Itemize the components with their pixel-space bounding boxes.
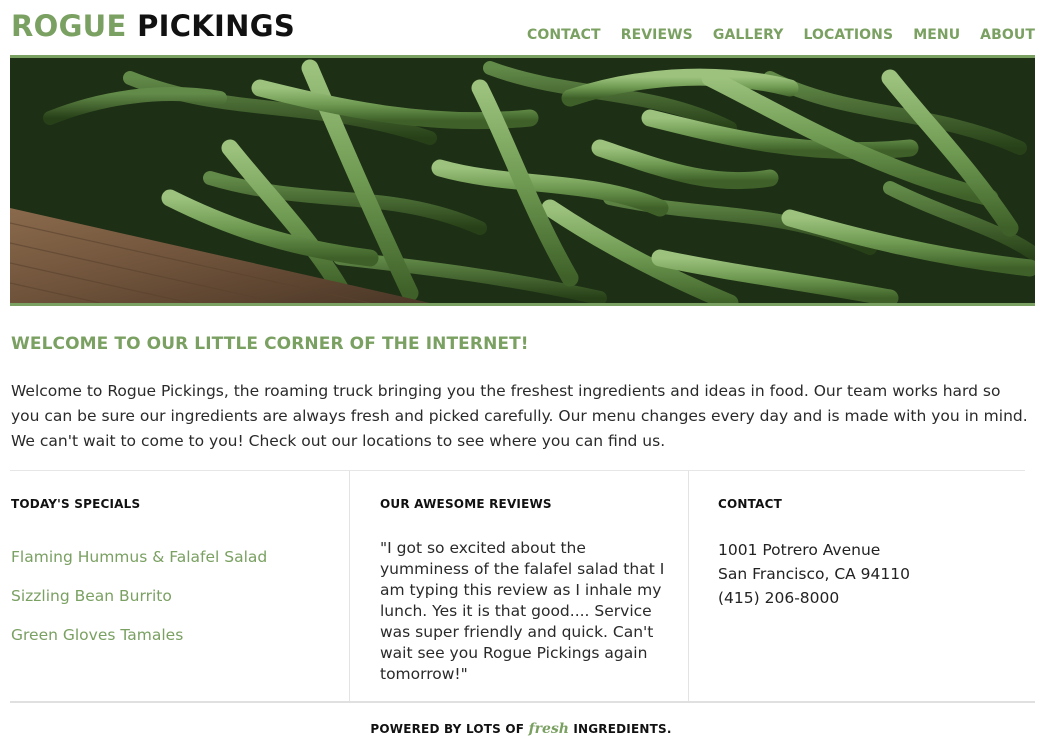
contact-details: 1001 Potrero Avenue San Francisco, CA 94… bbox=[718, 538, 910, 610]
footer-fresh-wordmark: fresh bbox=[528, 721, 569, 737]
nav-link-reviews[interactable]: REVIEWS bbox=[621, 27, 693, 43]
review-quote: "I got so excited about the yumminess of… bbox=[380, 539, 665, 683]
green-beans-illustration bbox=[10, 58, 1035, 303]
contact-phone[interactable]: (415) 206-8000 bbox=[718, 586, 910, 610]
reviews-section: OUR AWESOME REVIEWS "I got so excited ab… bbox=[349, 471, 688, 701]
main-nav: CONTACT REVIEWS GALLERY LOCATIONS MENU A… bbox=[527, 27, 1035, 43]
contact-city: San Francisco, CA 94110 bbox=[718, 565, 910, 583]
contact-section: CONTACT 1001 Potrero Avenue San Francisc… bbox=[688, 471, 1026, 701]
footer-divider bbox=[10, 701, 1035, 703]
logo-word-rogue: ROGUE bbox=[11, 9, 127, 43]
special-item[interactable]: Green Gloves Tamales bbox=[11, 623, 267, 662]
footer-prefix: POWERED BY LOTS OF bbox=[370, 722, 525, 736]
reviews-heading: OUR AWESOME REVIEWS bbox=[380, 497, 552, 511]
hero-image-green-beans bbox=[10, 58, 1035, 303]
special-item[interactable]: Flaming Hummus & Falafel Salad bbox=[11, 545, 267, 584]
contact-heading: CONTACT bbox=[718, 497, 782, 511]
welcome-paragraph: Welcome to Rogue Pickings, the roaming t… bbox=[11, 382, 1028, 450]
welcome-heading: WELCOME TO OUR LITTLE CORNER OF THE INTE… bbox=[11, 334, 529, 354]
nav-link-contact[interactable]: CONTACT bbox=[527, 27, 601, 43]
site-logo[interactable]: ROGUE PICKINGS bbox=[11, 8, 295, 44]
todays-specials-section: TODAY'S SPECIALS Flaming Hummus & Falafe… bbox=[10, 471, 348, 701]
nav-link-about[interactable]: ABOUT bbox=[980, 27, 1035, 43]
nav-link-menu[interactable]: MENU bbox=[913, 27, 960, 43]
site-header: ROGUE PICKINGS CONTACT REVIEWS GALLERY L… bbox=[11, 0, 1035, 56]
nav-link-gallery[interactable]: GALLERY bbox=[713, 27, 784, 43]
contact-street: 1001 Potrero Avenue bbox=[718, 541, 881, 559]
specials-list: Flaming Hummus & Falafel Salad Sizzling … bbox=[11, 545, 267, 662]
special-item[interactable]: Sizzling Bean Burrito bbox=[11, 584, 267, 623]
specials-heading: TODAY'S SPECIALS bbox=[11, 497, 141, 511]
logo-word-pickings: PICKINGS bbox=[137, 9, 296, 43]
site-footer: POWERED BY LOTS OF fresh INGREDIENTS. bbox=[0, 721, 1042, 737]
nav-link-locations[interactable]: LOCATIONS bbox=[803, 27, 893, 43]
hero-divider bbox=[10, 303, 1035, 306]
footer-suffix: INGREDIENTS. bbox=[573, 722, 672, 736]
